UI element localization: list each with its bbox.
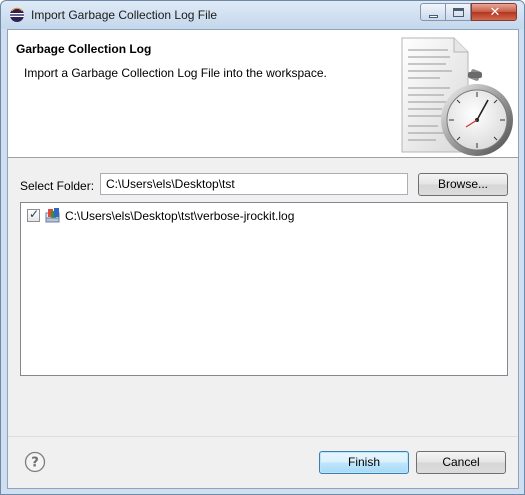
log-file-icon [45,208,60,223]
help-icon[interactable]: ? [24,451,46,473]
cancel-button[interactable]: Cancel [416,451,506,474]
eclipse-app-icon [10,7,24,22]
footer-divider [8,436,518,437]
minimize-button[interactable] [420,3,446,21]
file-checkbox[interactable]: ✓ [27,207,40,222]
svg-text:?: ? [31,456,39,471]
select-folder-label: Select Folder: [20,179,95,193]
window-title: Import Garbage Collection Log File [31,8,218,22]
close-icon: ✕ [489,5,501,20]
file-name: C:\Users\els\Desktop\tst\verbose-jrockit… [65,209,295,223]
banner-title: Garbage Collection Log [16,42,152,56]
maximize-icon [453,8,464,17]
wizard-banner: Garbage Collection Log Import a Garbage … [8,30,518,158]
folder-path-input[interactable] [100,173,408,195]
check-icon: ✓ [29,207,40,221]
minimize-icon [429,15,438,18]
browse-button[interactable]: Browse... [418,173,508,196]
finish-button[interactable]: Finish [319,451,409,474]
close-button[interactable]: ✕ [471,3,517,21]
list-item[interactable]: ✓ C:\Users\els\Desktop\tst\verbose-jrock… [25,207,503,225]
dialog-client-area: Garbage Collection Log Import a Garbage … [7,29,519,489]
stopwatch-document-icon [401,37,513,156]
dialog-window: Import Garbage Collection Log File ✕ Gar… [0,0,525,495]
banner-description: Import a Garbage Collection Log File int… [24,66,327,80]
title-bar[interactable]: Import Garbage Collection Log File ✕ [1,1,524,29]
file-list[interactable]: ✓ C:\Users\els\Desktop\tst\verbose-jrock… [20,202,508,376]
maximize-button[interactable] [445,3,471,21]
